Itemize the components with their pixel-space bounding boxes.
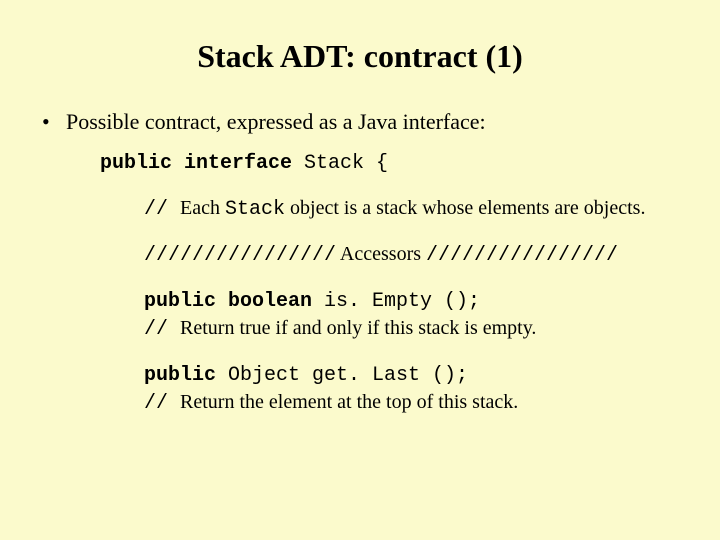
separator-right: //////////////// (426, 244, 618, 267)
method-isempty: public boolean is. Empty (); // Return t… (144, 287, 680, 343)
slide: Stack ADT: contract (1) Possible contrac… (0, 0, 720, 540)
method-getlast: public Object get. Last (); // Return th… (144, 361, 680, 417)
interface-name: Stack { (292, 152, 388, 175)
comment-slashes: // (144, 318, 180, 341)
slide-title: Stack ADT: contract (1) (40, 38, 680, 75)
keyword-public: public (144, 364, 216, 387)
comment-getlast: Return the element at the top of this st… (180, 391, 518, 413)
separator-label: Accessors (336, 243, 426, 265)
keyword-public-boolean: public boolean (144, 290, 312, 313)
bullet-line-1: Possible contract, expressed as a Java i… (66, 109, 680, 135)
separator-left: //////////////// (144, 244, 336, 267)
method-getlast-sig: Object get. Last (); (216, 364, 468, 387)
comment-text: Each (180, 197, 225, 219)
section-separator: //////////////// Accessors /////////////… (144, 241, 680, 269)
comment-slashes: // (144, 198, 180, 221)
stack-literal: Stack (225, 198, 285, 221)
interface-signature: public interface Stack { (100, 149, 680, 177)
interface-body: // Each Stack object is a stack whose el… (144, 195, 680, 417)
method-isempty-sig: is. Empty (); (312, 290, 480, 313)
comment-stack-object: // Each Stack object is a stack whose el… (144, 195, 680, 223)
comment-slashes: // (144, 392, 180, 415)
code-block: public interface Stack { // Each Stack o… (100, 149, 680, 417)
comment-isempty: Return true if and only if this stack is… (180, 317, 536, 339)
comment-text-tail: object is a stack whose elements are obj… (285, 197, 645, 219)
keyword-public-interface: public interface (100, 152, 292, 175)
